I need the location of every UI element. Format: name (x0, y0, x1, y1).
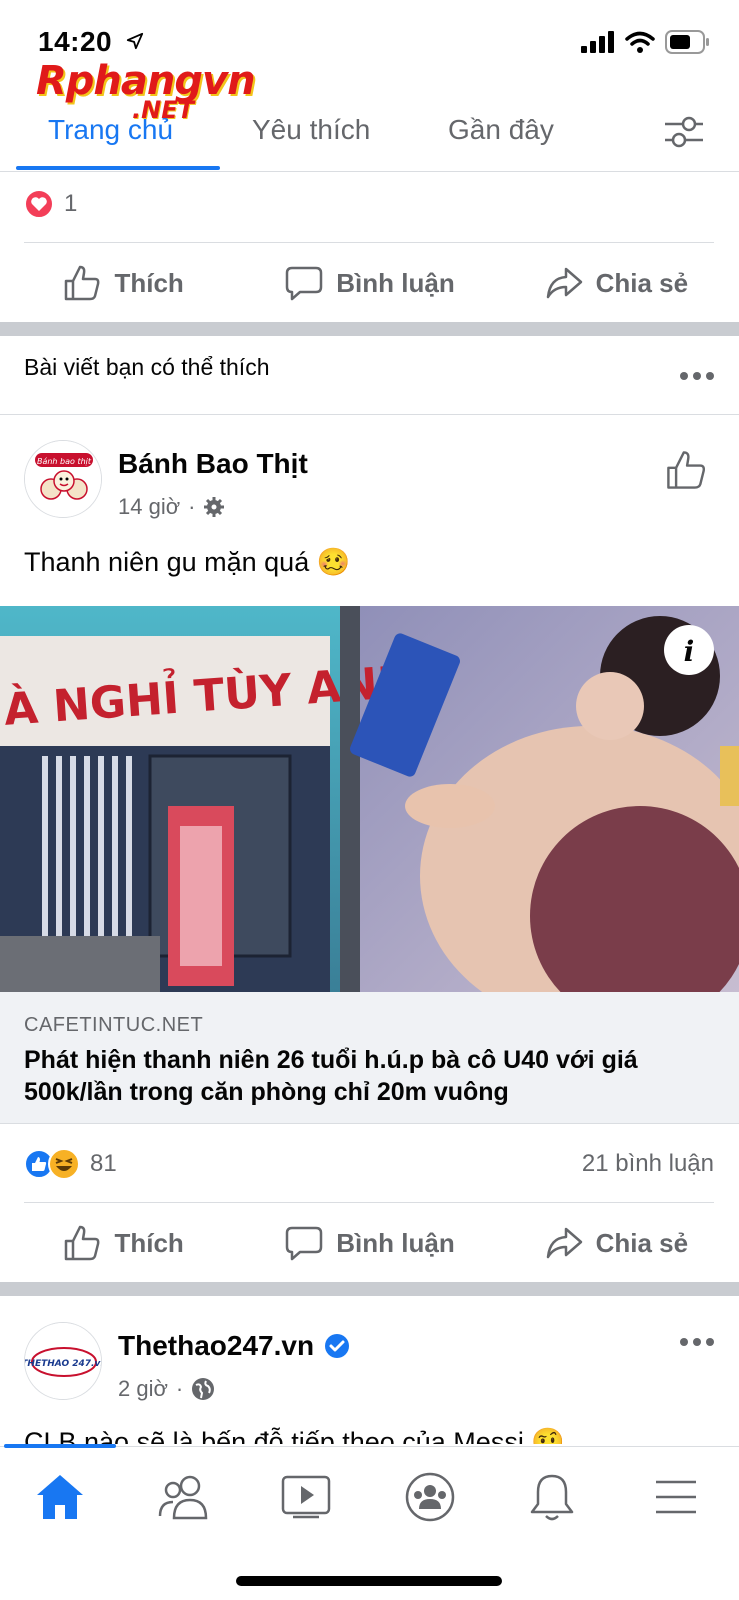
feed-tabs: Trang chủ Yêu thích Gần đây (0, 100, 739, 172)
avatar-logo-text: Bánh bao thịt (37, 457, 92, 466)
page-avatar[interactable]: THETHAO 247.vn (24, 1322, 102, 1400)
wifi-icon (625, 31, 655, 53)
groups-icon (405, 1472, 455, 1522)
share-button[interactable]: Chia sẻ (493, 248, 739, 318)
nav-active-indicator (4, 1444, 116, 1448)
page-name-row[interactable]: Thethao247.vn (118, 1330, 350, 1362)
link-domain: CAFETINTUC.NET (24, 1014, 204, 1036)
post-time: 14 giờ (118, 494, 181, 519)
post-text: Thanh niên gu mặn quá 🥴 (24, 547, 351, 577)
like-button[interactable]: Thích (0, 248, 246, 318)
nav-menu[interactable] (646, 1467, 706, 1527)
reaction-count: 1 (64, 190, 78, 217)
avatar-logo-text: THETHAO 247.vn (25, 1359, 102, 1369)
tab-favorites[interactable]: Yêu thích (252, 114, 370, 146)
home-indicator (236, 1576, 502, 1586)
hamburger-menu-icon (656, 1480, 696, 1514)
post-meta: 14 giờ · (118, 494, 225, 520)
divider (24, 242, 714, 243)
comment-bubble-icon (286, 266, 323, 301)
battery-icon (665, 30, 709, 54)
thumbs-up-icon (65, 1225, 100, 1261)
post-text-partial: CLB nào sẽ là bến đỗ tiếp theo của Messi… (24, 1427, 565, 1444)
like-label: Thích (114, 267, 184, 298)
active-tab-indicator (16, 166, 220, 170)
post-reactions[interactable]: 81 21 bình luận (24, 1146, 714, 1182)
comment-count[interactable]: 21 bình luận (582, 1150, 714, 1178)
link-preview[interactable]: CAFETINTUC.NET Phát hiện thanh niên 26 t… (0, 992, 739, 1124)
prev-post-action-bar: Thích Bình luận Chia sẻ (0, 248, 739, 318)
like-page-icon[interactable] (664, 448, 708, 492)
link-title: Phát hiện thanh niên 26 tuổi h.ú.p bà cô… (24, 1046, 638, 1106)
share-button[interactable]: Chia sẻ (493, 1208, 739, 1278)
status-indicators (581, 30, 711, 54)
gear-icon (204, 497, 225, 517)
nav-home[interactable] (30, 1467, 90, 1527)
svg-text:i: i (684, 635, 695, 668)
divider (0, 414, 739, 415)
comment-label: Bình luận (336, 1227, 455, 1258)
post-image[interactable]: À NGHỈ TÙY ANH i (0, 606, 739, 992)
section-separator (0, 1282, 739, 1296)
post-time: 2 giờ (118, 1376, 168, 1401)
comment-bubble-icon (286, 1226, 323, 1261)
share-label: Chia sẻ (595, 267, 689, 298)
status-bar: 14:20 (0, 0, 739, 60)
filter-settings-icon[interactable] (663, 112, 705, 152)
reaction-count: 81 (90, 1150, 117, 1177)
divider (24, 1202, 714, 1203)
share-arrow-icon (546, 267, 582, 299)
thumbs-up-icon (65, 265, 100, 301)
comment-button[interactable]: Bình luận (246, 248, 492, 318)
share-label: Chia sẻ (595, 1227, 689, 1258)
location-arrow-icon (126, 32, 144, 50)
page-avatar[interactable]: Bánh bao thịt (24, 440, 102, 518)
tab-home[interactable]: Trang chủ (48, 114, 173, 146)
nav-friends[interactable] (154, 1467, 214, 1527)
tab-recent[interactable]: Gần đây (448, 114, 554, 146)
video-play-icon (281, 1475, 331, 1519)
comment-label: Bình luận (336, 267, 455, 298)
verified-badge-icon (325, 1334, 350, 1358)
status-time: 14:20 (38, 26, 113, 57)
nav-notifications[interactable] (522, 1467, 582, 1527)
page-name[interactable]: Thethao247.vn (118, 1330, 314, 1362)
meta-separator: · (175, 1376, 184, 1401)
nav-watch[interactable] (276, 1467, 336, 1527)
more-options-icon[interactable] (680, 372, 714, 382)
section-separator (0, 322, 739, 336)
like-label: Thích (114, 1227, 184, 1258)
suggestion-header: Bài viết bạn có thể thích (24, 354, 270, 380)
more-options-icon[interactable] (680, 1338, 714, 1348)
prev-post-reactions[interactable]: 1 (24, 186, 714, 222)
nav-groups[interactable] (400, 1467, 460, 1527)
share-arrow-icon (546, 1227, 582, 1259)
like-button[interactable]: Thích (0, 1208, 246, 1278)
page-name[interactable]: Bánh Bao Thịt (118, 448, 308, 480)
post-meta: 2 giờ · (118, 1376, 215, 1402)
post-action-bar: Thích Bình luận Chia sẻ (0, 1208, 739, 1278)
signal-icon (581, 31, 614, 53)
love-reaction-icon (24, 189, 54, 219)
meta-separator: · (188, 494, 196, 519)
home-icon (37, 1475, 83, 1519)
comment-button[interactable]: Bình luận (246, 1208, 492, 1278)
bell-icon (530, 1474, 574, 1521)
friends-icon (158, 1475, 208, 1520)
haha-reaction-icon (48, 1148, 80, 1180)
globe-icon (192, 1378, 215, 1400)
